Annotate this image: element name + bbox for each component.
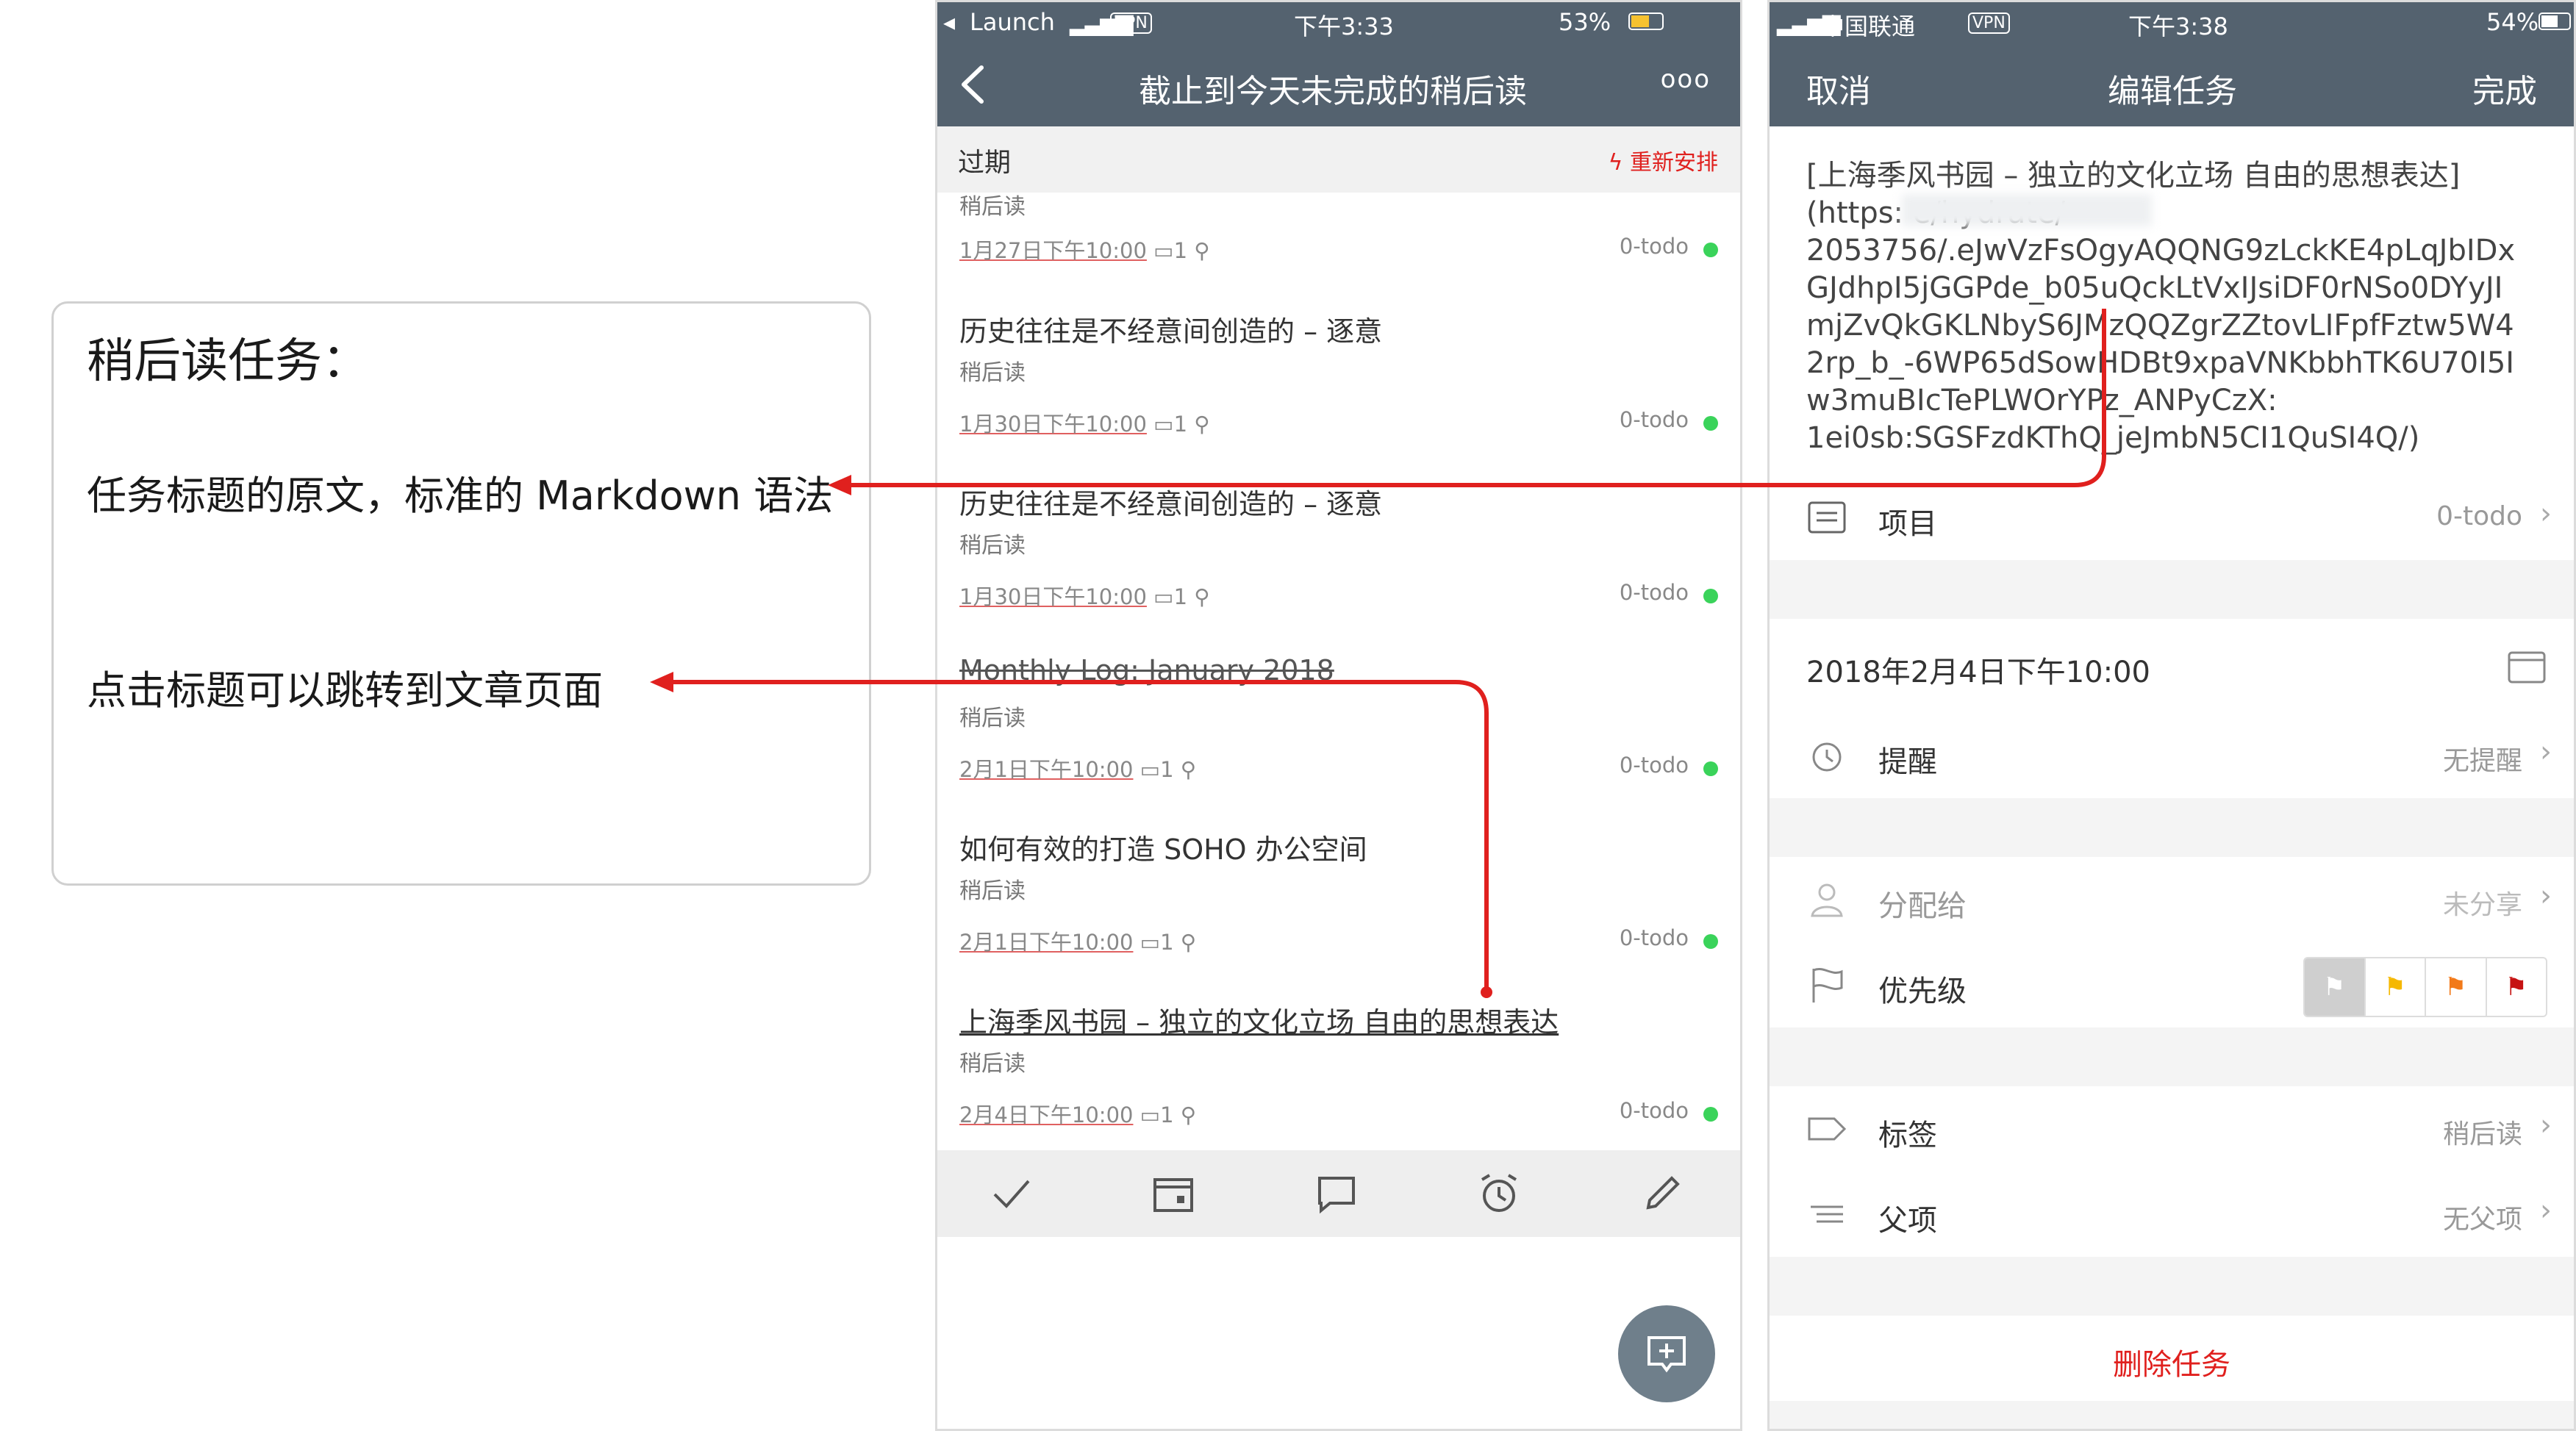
annotation-arrows: [650, 309, 2106, 998]
arrow-link-origin: [1481, 986, 1492, 998]
arrow-link-line: [666, 680, 1489, 992]
arrow-link-head: [650, 672, 673, 692]
arrow-markdown-line: [844, 309, 2106, 487]
arrow-markdown-head: [828, 475, 851, 495]
